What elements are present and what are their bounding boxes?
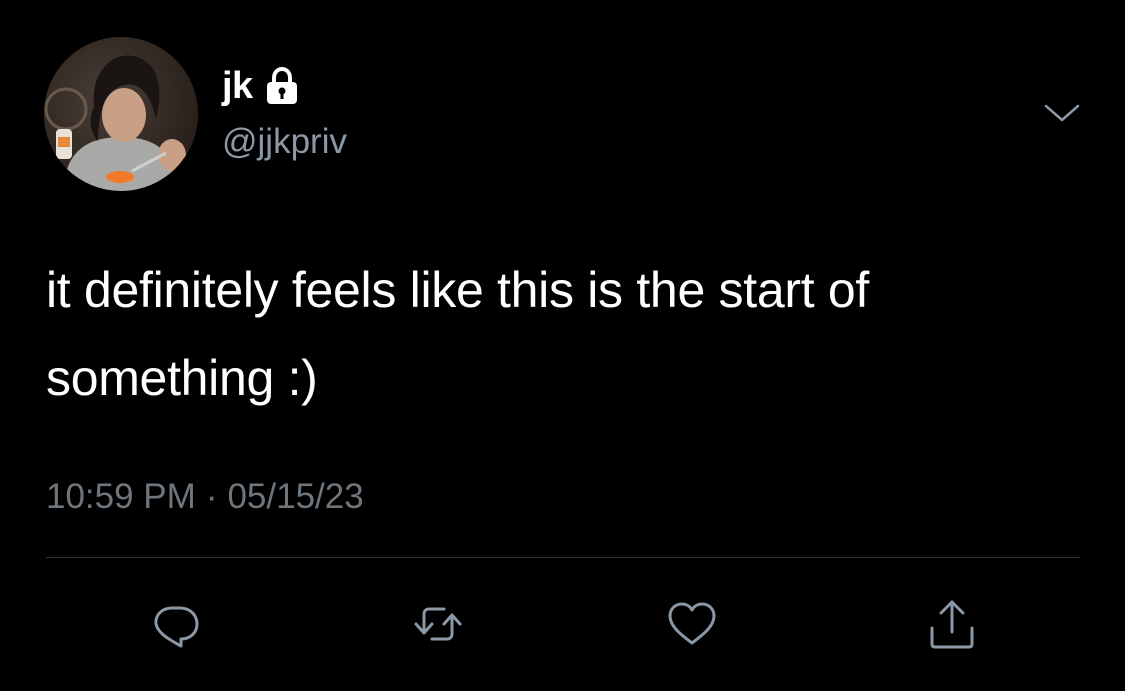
share-icon	[924, 596, 980, 652]
retweet-icon	[410, 596, 466, 652]
share-button[interactable]	[924, 596, 980, 652]
reply-button[interactable]	[148, 596, 204, 652]
tweet-time: 10:59 PM	[46, 477, 196, 516]
lock-icon	[263, 66, 301, 106]
tweet-card: jk @jjkpriv it definitely feels like thi…	[0, 0, 1125, 691]
tweet-text: it definitely feels like this is the sta…	[46, 262, 869, 406]
reply-icon	[148, 596, 204, 652]
divider	[46, 557, 1080, 558]
display-name-row: jk	[222, 64, 301, 108]
avatar-photo	[44, 37, 198, 191]
chevron-down-icon[interactable]	[1043, 98, 1081, 128]
display-name[interactable]: jk	[222, 64, 253, 108]
meta-separator: ·	[205, 477, 218, 516]
user-handle[interactable]: @jjkpriv	[222, 120, 347, 164]
retweet-button[interactable]	[410, 596, 466, 652]
like-button[interactable]	[664, 596, 720, 652]
avatar[interactable]	[44, 37, 198, 191]
like-icon	[664, 596, 720, 652]
tweet-date: 05/15/23	[227, 477, 364, 516]
tweet-timestamp[interactable]: 10:59 PM · 05/15/23	[46, 472, 364, 522]
